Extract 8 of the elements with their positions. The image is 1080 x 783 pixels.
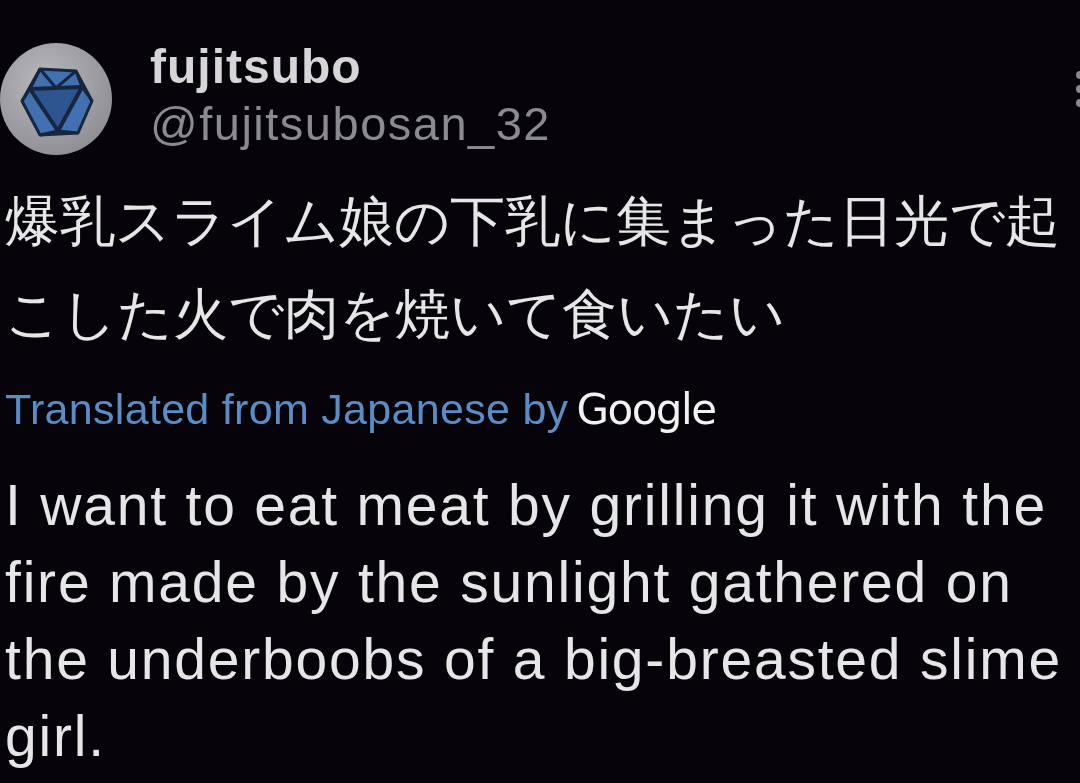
more-options-icon[interactable] xyxy=(1075,71,1080,107)
translated-text: I want to eat meat by grilling it with the fire made by the sunlight gathered on the underboobs of a big-breasted slime girl. xyxy=(5,472,1064,770)
user-handle[interactable]: @fujitsubosan_32 xyxy=(150,97,551,151)
avatar-icon[interactable] xyxy=(0,43,112,155)
translation-provider: Google xyxy=(576,385,716,434)
tweet-text: 爆乳スライム娘の下乳に集まった日光で起こした火で肉を焼いて食いたい xyxy=(5,188,1061,348)
display-name[interactable]: fujitsubo xyxy=(150,40,551,94)
translation-link[interactable]: Translated from Japanese by xyxy=(5,385,569,433)
